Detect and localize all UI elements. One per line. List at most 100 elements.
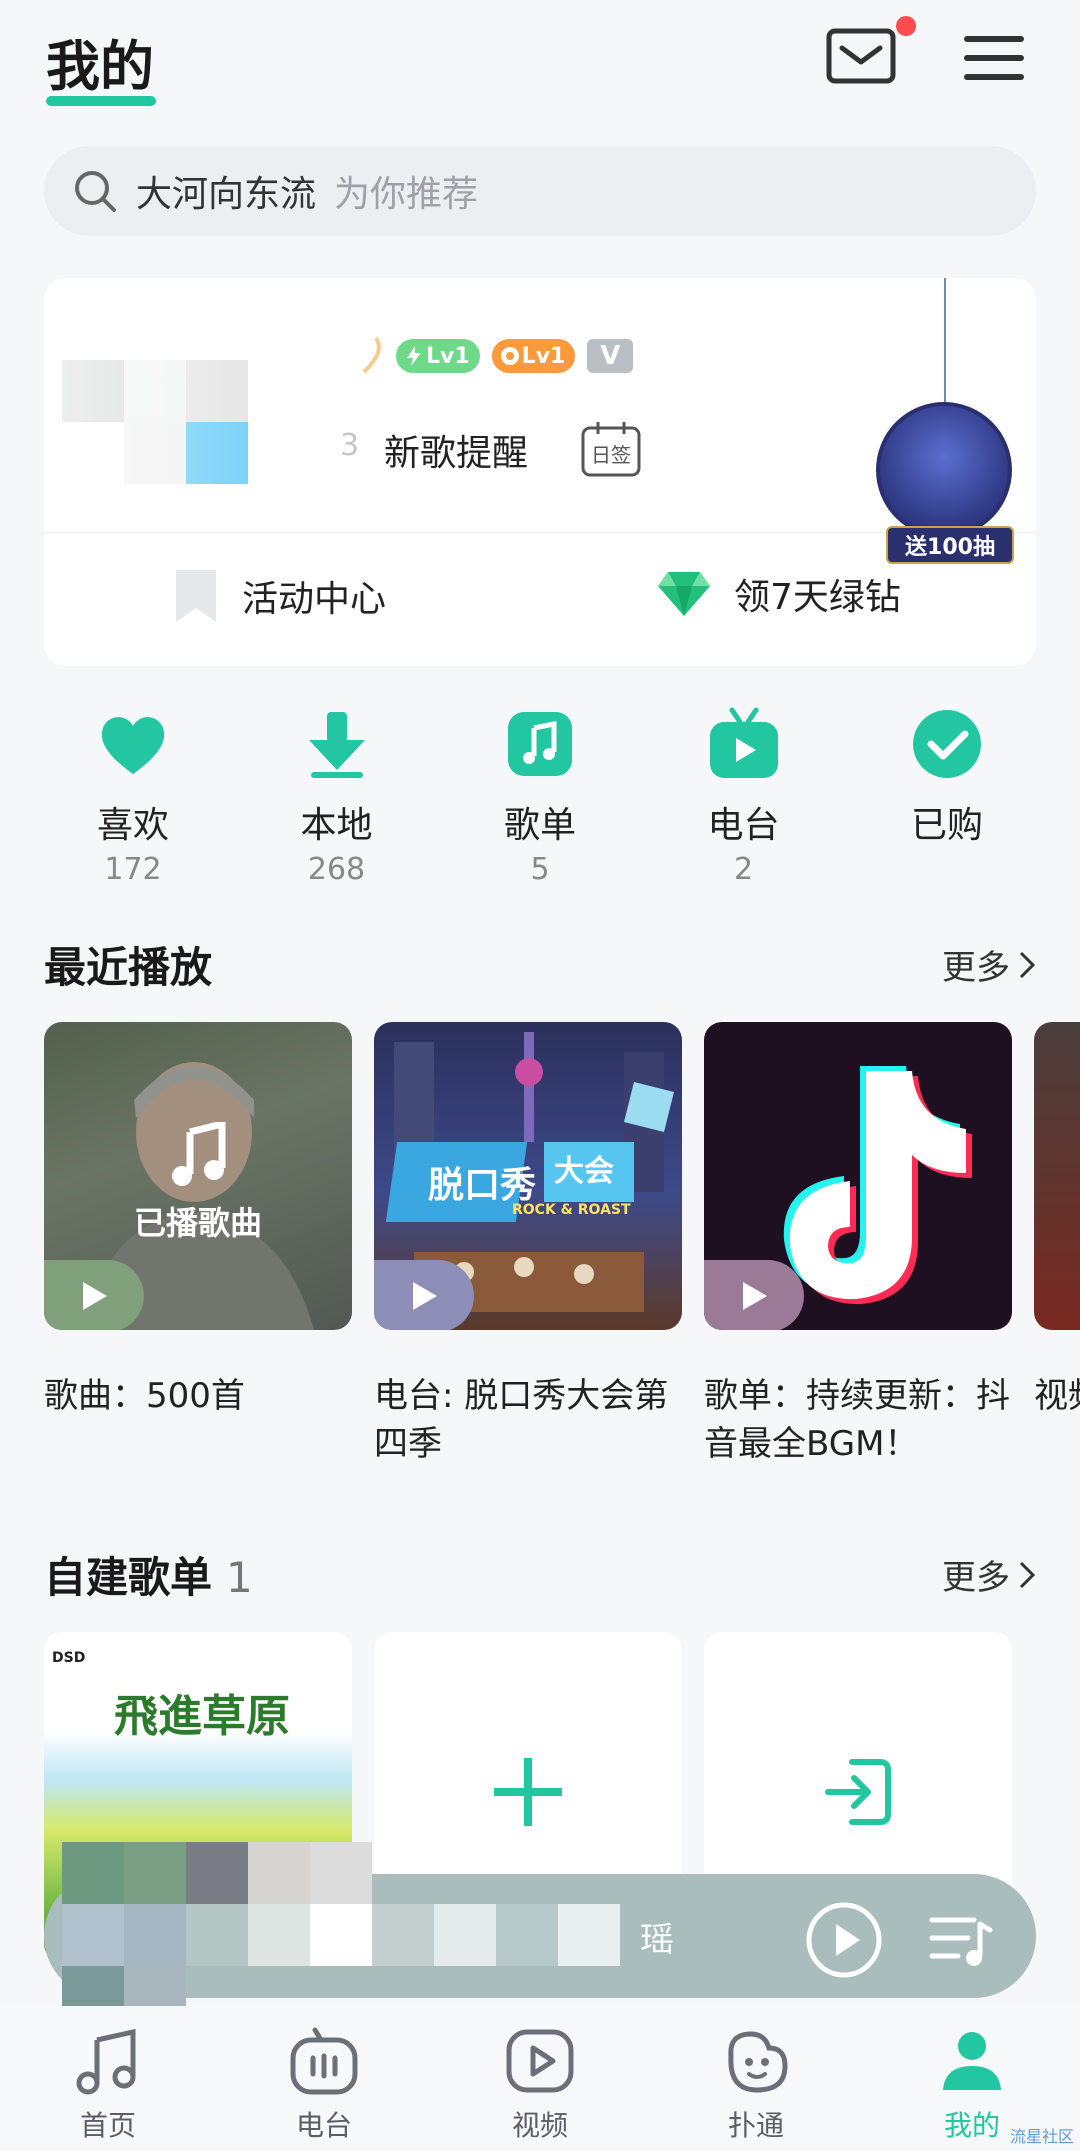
nav-putong[interactable]: 扑通 [681,2006,831,2151]
pendant-string [944,278,946,408]
player-lyric: 瑶 [640,1920,674,1960]
bottom-nav: 首页 电台 视频 扑通 我的 [0,2006,1080,2151]
tile-overlay-sub: ROCK & ROAST [512,1202,631,1218]
lv-badge-green: Lv1 [396,339,480,373]
vip-v-badge: V [587,339,634,373]
search-keyword: 大河向东流 [136,174,317,215]
nav-video[interactable]: 视频 [465,2006,615,2151]
play-icon [83,1282,107,1310]
recent-caption: 歌曲：500首 [44,1376,245,1416]
level-badges[interactable]: Lv1 Lv1 V [362,336,634,376]
quick-favorite[interactable]: 喜欢 172 [48,706,218,896]
new-song-reminder[interactable]: 新歌提醒 [384,424,528,476]
video-icon [506,2029,574,2093]
playlists-title: 自建歌单 1 [44,1544,253,1605]
quick-label: 歌单 [503,805,576,846]
quick-access: 喜欢 172 本地 268 歌单 5 电台 2 已购 [44,706,1036,896]
check-icon [913,710,981,778]
radio-nav-icon [290,2027,358,2095]
activity-center[interactable]: 活动中心 [172,568,386,624]
menu-icon[interactable] [960,30,1030,86]
quick-count: 268 [307,852,366,887]
more-label: 更多 [942,948,1010,988]
profile-icon [943,2032,1001,2090]
nav-radio[interactable]: 电台 [249,2006,399,2151]
recent-caption: 电台: 脱口秀大会第四季 [374,1376,669,1464]
pendant-avatar[interactable] [876,402,1012,538]
watermark: 流星社区 [1009,2127,1074,2146]
playlists-count: 1 [226,1553,253,1602]
search-hint: 为你推荐 [334,174,479,215]
recent-tile-radio[interactable]: 脱口秀 大会 ROCK & ROAST [374,1022,682,1330]
chevron-right-icon [1019,1561,1036,1588]
tile-overlay-main: 脱口秀 [428,1165,537,1206]
recent-caption: 视频 [1034,1376,1080,1416]
lv-text: Lv1 [521,343,566,369]
quick-purchased[interactable]: 已购 [862,706,1032,896]
play-button[interactable] [704,1260,804,1330]
play-icon [743,1282,767,1310]
player-cover-mosaic [62,1842,620,2028]
lv-badge-orange: Lv1 [491,339,576,373]
recent-tile-songs[interactable]: 已播歌曲 [44,1022,352,1330]
daily-sign-text: 日签 [591,443,631,467]
quick-label: 本地 [300,805,373,846]
nav-label: 首页 [79,2109,136,2142]
nav-label: 视频 [511,2109,568,2142]
music-home-icon [76,2028,136,2095]
header: 我的 [0,0,1080,130]
blur-overlay [44,278,384,528]
music-note-icon [508,712,572,776]
search-bar[interactable]: 大河向东流 为你推荐 [44,146,1036,236]
recent-more-button[interactable]: 更多 [942,940,1036,989]
daily-sign-icon[interactable]: 日签 [580,420,642,478]
player-play-button[interactable] [804,1900,884,1980]
quick-radio[interactable]: 电台 2 [659,706,829,896]
pendant-tag[interactable]: 送100抽 [886,526,1014,564]
recent-title: 最近播放 [44,943,213,992]
radio-icon [709,707,778,778]
quick-count: 5 [530,852,550,887]
nav-label: 扑通 [727,2109,784,2142]
playlists-title-text: 自建歌单 [44,1553,213,1602]
notification-dot [896,16,916,36]
green-diamond-icon [658,572,710,616]
heart-icon [101,717,165,774]
recent-tile-video[interactable] [1034,1022,1080,1330]
cover-top-text: DSD [52,1650,86,1666]
nav-home[interactable]: 首页 [33,2006,183,2151]
quick-count: 172 [104,852,162,887]
record-icon [500,347,519,365]
putong-icon [728,2031,788,2093]
more-label: 更多 [942,1558,1010,1598]
tile-overlay-text: 已播歌曲 [133,1204,262,1242]
tile-overlay-side: 大会 [554,1154,614,1189]
download-icon [308,712,365,778]
title-underline [46,96,156,106]
quick-playlist[interactable]: 歌单 5 [455,706,625,896]
recent-tile-playlist[interactable] [704,1022,1012,1330]
play-button[interactable] [44,1260,144,1330]
mail-icon[interactable] [826,28,896,84]
quick-label: 喜欢 [96,805,169,846]
quick-local[interactable]: 本地 268 [252,706,422,896]
profile-card[interactable]: Lv1 Lv1 V 3 新歌提醒 日签 活动中心 领7天绿钻 送100抽 [44,278,1036,666]
playlists-more-button[interactable]: 更多 [942,1550,1036,1599]
lv-text: Lv1 [426,343,470,369]
cover-title: 飛進草原 [114,1691,290,1742]
vip-trial[interactable]: 领7天绿钻 [656,568,901,620]
quick-label: 电台 [707,805,780,846]
quick-count: 2 [733,852,754,887]
recent-caption: 歌单：持续更新：抖音最全BGM！ [704,1376,1010,1464]
activity-label: 活动中心 [242,579,387,620]
nav-label: 电台 [295,2109,352,2142]
lightning-icon [407,346,421,366]
chevron-right-icon [1019,951,1036,978]
play-button[interactable] [374,1260,474,1330]
search-icon [75,171,116,212]
import-icon [825,1759,891,1825]
playlist-queue-icon[interactable] [928,1910,994,1970]
music-note-icon [172,1122,226,1186]
vip-label: 领7天绿钻 [734,577,901,618]
page-title: 我的 [46,35,154,98]
